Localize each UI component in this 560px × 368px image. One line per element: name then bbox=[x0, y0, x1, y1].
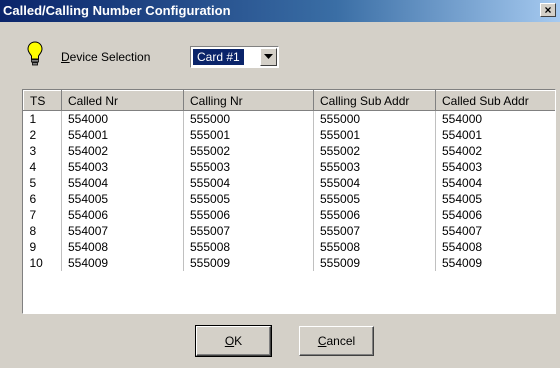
table-header-row: TS Called Nr Calling Nr Calling Sub Addr… bbox=[23, 90, 555, 111]
close-button[interactable]: × bbox=[540, 3, 556, 17]
number-table[interactable]: TS Called Nr Calling Nr Calling Sub Addr… bbox=[22, 89, 556, 314]
cancel-button[interactable]: Cancel bbox=[299, 326, 374, 356]
cell-calling-nr: 555006 bbox=[183, 207, 314, 223]
cell-called-sub-addr: 554005 bbox=[435, 191, 555, 207]
cell-called-sub-addr: 554002 bbox=[435, 143, 555, 159]
dropdown-button[interactable] bbox=[260, 48, 277, 66]
ok-label: K bbox=[234, 334, 243, 348]
cell-calling-sub-addr: 555002 bbox=[313, 143, 436, 159]
cell-ts: 6 bbox=[23, 191, 62, 207]
column-header-calling-nr[interactable]: Calling Nr bbox=[183, 90, 314, 111]
cell-ts: 5 bbox=[23, 175, 62, 191]
cell-calling-nr: 555003 bbox=[183, 159, 314, 175]
device-select[interactable]: Card #1 bbox=[190, 46, 279, 68]
window-title: Called/Calling Number Configuration bbox=[3, 3, 231, 18]
device-select-value: Card #1 bbox=[193, 49, 244, 65]
cell-called-sub-addr: 554000 bbox=[435, 110, 555, 127]
cell-calling-sub-addr: 555009 bbox=[313, 255, 436, 271]
cell-called-sub-addr: 554009 bbox=[435, 255, 555, 271]
column-header-called-nr[interactable]: Called Nr bbox=[61, 90, 184, 111]
config-dialog: Called/Calling Number Configuration × De… bbox=[0, 0, 560, 368]
cell-called-sub-addr: 554004 bbox=[435, 175, 555, 191]
cell-calling-nr: 555001 bbox=[183, 127, 314, 143]
column-header-calling-sub-addr[interactable]: Calling Sub Addr bbox=[313, 90, 436, 111]
cell-called-nr: 554001 bbox=[61, 127, 184, 143]
ok-button[interactable]: OK bbox=[195, 325, 272, 357]
cell-called-sub-addr: 554006 bbox=[435, 207, 555, 223]
table-row[interactable]: 7 554006 555006 555006 554006 bbox=[23, 207, 555, 223]
table-row[interactable]: 2 554001 555001 555001 554001 bbox=[23, 127, 555, 143]
cell-calling-nr: 555009 bbox=[183, 255, 314, 271]
cell-calling-sub-addr: 555003 bbox=[313, 159, 436, 175]
close-icon: × bbox=[544, 3, 552, 17]
cell-ts: 9 bbox=[23, 239, 62, 255]
table-row[interactable]: 5 554004 555004 555004 554004 bbox=[23, 175, 555, 191]
cell-calling-sub-addr: 555001 bbox=[313, 127, 436, 143]
title-bar[interactable]: Called/Calling Number Configuration × bbox=[0, 0, 560, 22]
cell-ts: 7 bbox=[23, 207, 62, 223]
cell-calling-sub-addr: 555006 bbox=[313, 207, 436, 223]
device-label-text: evice Selection bbox=[69, 50, 151, 64]
cancel-label: ancel bbox=[326, 334, 356, 348]
cell-called-nr: 554007 bbox=[61, 223, 184, 239]
cell-calling-nr: 555000 bbox=[183, 110, 314, 127]
cell-ts: 8 bbox=[23, 223, 62, 239]
cell-calling-nr: 555005 bbox=[183, 191, 314, 207]
cell-calling-sub-addr: 555000 bbox=[313, 110, 436, 127]
cell-calling-sub-addr: 555004 bbox=[313, 175, 436, 191]
cell-called-nr: 554004 bbox=[61, 175, 184, 191]
cell-ts: 10 bbox=[23, 255, 62, 271]
cell-calling-nr: 555008 bbox=[183, 239, 314, 255]
device-label-mnemonic: D bbox=[61, 50, 70, 64]
lightbulb-icon bbox=[27, 41, 43, 67]
cell-ts: 1 bbox=[23, 110, 62, 127]
cell-called-sub-addr: 554008 bbox=[435, 239, 555, 255]
cell-called-nr: 554006 bbox=[61, 207, 184, 223]
table-row[interactable]: 1 554000 555000 555000 554000 bbox=[23, 110, 555, 127]
table-row[interactable]: 4 554003 555003 555003 554003 bbox=[23, 159, 555, 175]
table-row[interactable]: 3 554002 555002 555002 554002 bbox=[23, 143, 555, 159]
cell-calling-nr: 555007 bbox=[183, 223, 314, 239]
cell-calling-sub-addr: 555008 bbox=[313, 239, 436, 255]
cell-calling-sub-addr: 555007 bbox=[313, 223, 436, 239]
column-header-called-sub-addr[interactable]: Called Sub Addr bbox=[435, 90, 555, 111]
cell-called-nr: 554009 bbox=[61, 255, 184, 271]
table-row[interactable]: 6 554005 555005 555005 554005 bbox=[23, 191, 555, 207]
chevron-down-icon bbox=[264, 54, 273, 59]
table-row[interactable]: 10 554009 555009 555009 554009 bbox=[23, 255, 555, 271]
cell-called-nr: 554000 bbox=[61, 110, 184, 127]
device-selection-label: Device Selection bbox=[61, 50, 150, 64]
cell-calling-nr: 555002 bbox=[183, 143, 314, 159]
cell-ts: 4 bbox=[23, 159, 62, 175]
ok-mnemonic: O bbox=[224, 334, 235, 348]
cell-called-sub-addr: 554003 bbox=[435, 159, 555, 175]
cell-called-nr: 554005 bbox=[61, 191, 184, 207]
cell-calling-nr: 555004 bbox=[183, 175, 314, 191]
cell-called-sub-addr: 554007 bbox=[435, 223, 555, 239]
cell-called-nr: 554002 bbox=[61, 143, 184, 159]
cell-calling-sub-addr: 555005 bbox=[313, 191, 436, 207]
cell-called-nr: 554008 bbox=[61, 239, 184, 255]
cell-ts: 3 bbox=[23, 143, 62, 159]
column-header-ts[interactable]: TS bbox=[23, 90, 62, 111]
cell-called-sub-addr: 554001 bbox=[435, 127, 555, 143]
cell-called-nr: 554003 bbox=[61, 159, 184, 175]
table-row[interactable]: 9 554008 555008 555008 554008 bbox=[23, 239, 555, 255]
table-row[interactable]: 8 554007 555007 555007 554007 bbox=[23, 223, 555, 239]
cell-ts: 2 bbox=[23, 127, 62, 143]
